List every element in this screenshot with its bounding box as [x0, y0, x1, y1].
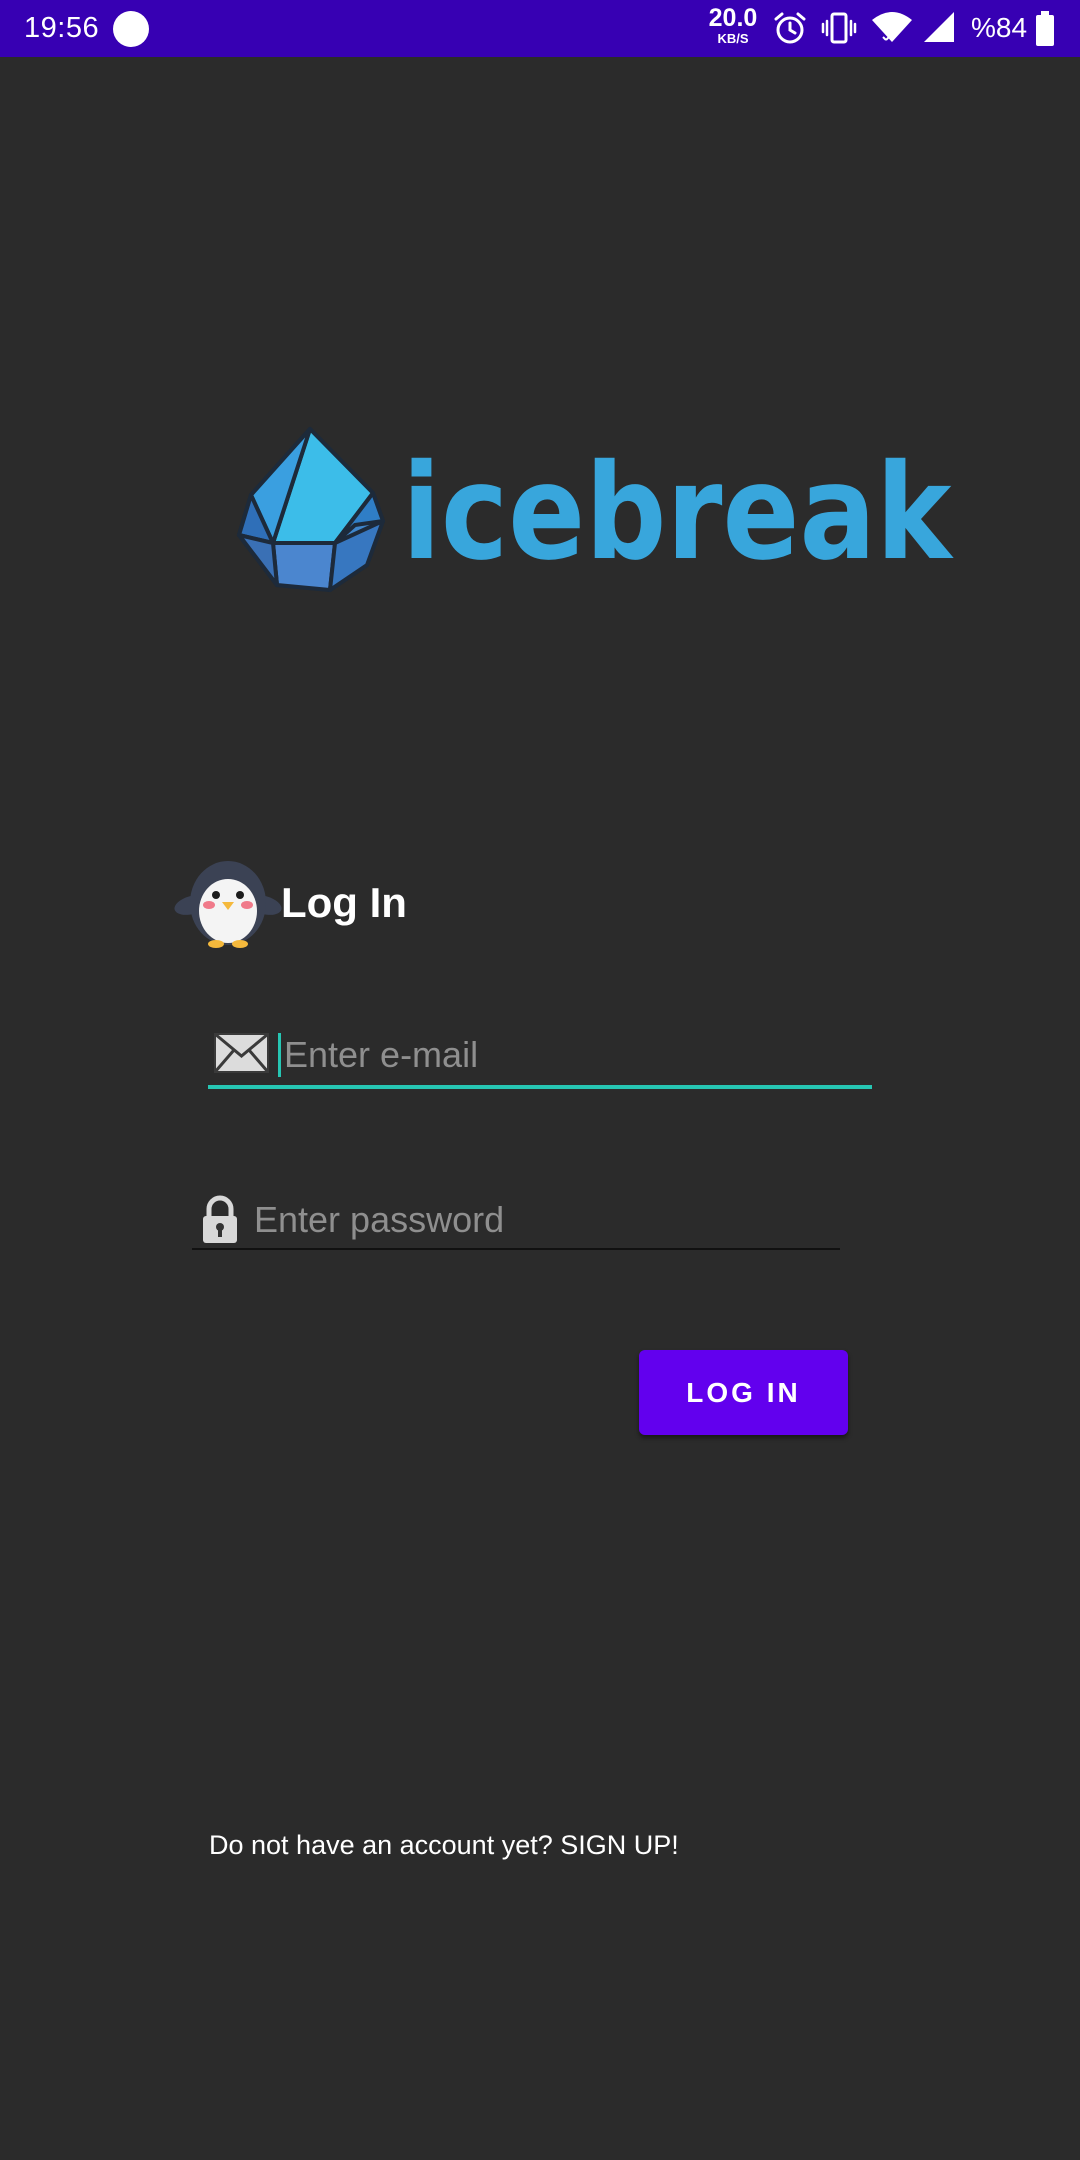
password-input[interactable]: [250, 1190, 839, 1250]
email-field[interactable]: [208, 1025, 874, 1089]
battery-icon: [1036, 11, 1054, 46]
status-bar: 19:56 20.0 KB/S %84: [0, 0, 1080, 57]
network-speed-value: 20.0: [708, 4, 758, 32]
notification-dot-icon: [113, 11, 149, 47]
login-title: Log In: [281, 879, 407, 926]
penguin-icon: [174, 861, 282, 948]
alarm-icon: [774, 12, 806, 44]
password-underline: [192, 1248, 840, 1250]
login-header: Log In: [172, 855, 672, 950]
status-time: 19:56: [24, 12, 100, 44]
text-cursor: [278, 1033, 281, 1077]
vibrate-icon: [821, 12, 857, 44]
ice-crystal-icon: [237, 427, 385, 592]
envelope-icon: [213, 1032, 270, 1073]
app-logo: icebreak: [235, 425, 952, 605]
cellular-signal-icon: [924, 12, 954, 42]
network-speed-unit: KB/S: [717, 31, 749, 46]
battery-percentage: %84: [971, 12, 1028, 43]
lock-icon: [203, 1195, 237, 1243]
login-button[interactable]: LOG IN: [639, 1350, 848, 1435]
email-input[interactable]: [278, 1025, 874, 1085]
password-field[interactable]: [192, 1190, 840, 1254]
network-speed: 20.0 KB/S: [706, 4, 760, 46]
signup-link[interactable]: Do not have an account yet? SIGN UP!: [209, 1827, 679, 1863]
logo-wordmark: icebreak: [402, 436, 952, 590]
wifi-icon: [872, 12, 912, 42]
email-underline: [208, 1085, 872, 1089]
